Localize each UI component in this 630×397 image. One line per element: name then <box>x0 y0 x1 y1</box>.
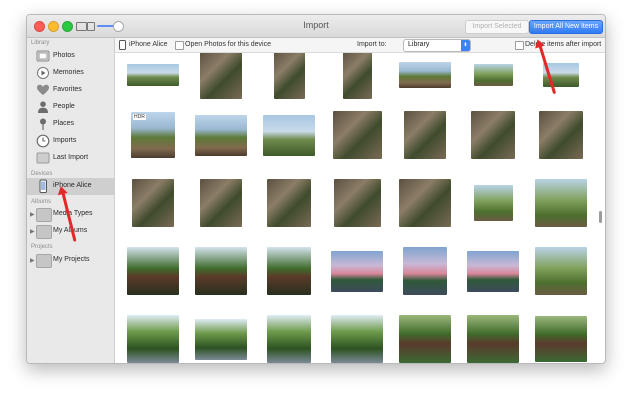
photo-thumbnail[interactable] <box>343 53 372 99</box>
memories-icon <box>37 67 49 79</box>
heart-icon <box>37 84 49 95</box>
sidebar-item-last-import[interactable]: Last Import <box>27 150 114 166</box>
import-to-label: Import to: <box>357 41 387 48</box>
sidebar-item-label: People <box>53 103 75 110</box>
photo-thumbnail[interactable] <box>474 185 513 221</box>
photo-thumbnail[interactable] <box>127 64 179 86</box>
photo-thumbnail[interactable] <box>267 179 311 227</box>
hdr-badge: HDR <box>133 114 146 120</box>
folder-icon <box>36 208 52 222</box>
photo-thumbnail[interactable] <box>467 251 519 292</box>
photo-thumbnail[interactable] <box>399 179 451 227</box>
device-name-label: iPhone Alice <box>129 41 168 48</box>
photo-thumbnail[interactable] <box>539 111 583 159</box>
sidebar-item-places[interactable]: Places <box>27 116 114 132</box>
import-all-new-items-button[interactable]: Import All New Items <box>529 20 603 34</box>
photo-thumbnail[interactable] <box>200 53 242 99</box>
person-icon <box>38 101 48 113</box>
sidebar-item-label: Media Types <box>53 210 93 217</box>
photo-thumbnail[interactable] <box>195 115 247 156</box>
open-photos-checkbox[interactable] <box>175 41 184 50</box>
photo-thumbnail[interactable] <box>263 115 315 156</box>
folder-icon <box>36 254 52 268</box>
photo-thumbnail[interactable] <box>267 247 311 295</box>
phone-icon <box>119 40 126 50</box>
photo-thumbnail[interactable] <box>334 179 381 227</box>
devices-section-header: Devices <box>31 171 53 177</box>
sidebar-item-imports[interactable]: Imports <box>27 133 114 149</box>
photo-thumbnail[interactable] <box>132 179 174 227</box>
sidebar-item-favorites[interactable]: Favorites <box>27 82 114 98</box>
photo-thumbnail[interactable] <box>331 315 383 363</box>
scrollbar-thumb[interactable] <box>599 211 602 223</box>
disclosure-triangle-icon[interactable]: ▶ <box>30 228 35 235</box>
photos-icon <box>36 50 50 62</box>
phone-icon <box>39 179 47 193</box>
sidebar-item-label: Places <box>53 120 75 127</box>
import-selected-button[interactable]: Import Selected <box>465 20 529 34</box>
photo-thumbnail[interactable] <box>127 247 179 295</box>
sidebar-item-iphone-alice[interactable]: iPhone Alice <box>27 178 114 195</box>
photo-thumbnail[interactable] <box>535 247 587 295</box>
titlebar: Import Import Selected Import All New It… <box>27 15 605 38</box>
photo-thumbnail[interactable]: HDR <box>131 112 175 158</box>
photo-thumbnail[interactable] <box>267 315 311 363</box>
photo-thumbnail[interactable] <box>474 64 513 86</box>
clock-icon <box>36 134 50 148</box>
import-to-value: Library <box>408 41 430 48</box>
sidebar-item-label: My Projects <box>53 256 90 263</box>
delete-after-import-checkbox[interactable] <box>515 41 524 50</box>
pin-icon <box>40 118 46 130</box>
photo-thumbnail[interactable] <box>331 251 383 292</box>
photo-thumbnail[interactable] <box>274 53 305 99</box>
import-to-select[interactable]: Library ⬍ <box>403 39 471 52</box>
disclosure-triangle-icon[interactable]: ▶ <box>30 257 35 264</box>
library-section-header: Library <box>31 40 50 46</box>
import-window: Import Import Selected Import All New It… <box>26 14 606 364</box>
sidebar-item-memories[interactable]: Memories <box>27 65 114 81</box>
sidebar-item-my-projects[interactable]: ▶ My Projects <box>27 252 114 268</box>
open-photos-label: Open Photos for this device <box>185 41 271 48</box>
albums-section-header: Albums <box>31 199 52 205</box>
photo-thumbnail[interactable] <box>127 315 179 363</box>
photo-thumbnail[interactable] <box>467 315 519 363</box>
chevron-updown-icon: ⬍ <box>461 40 470 51</box>
sidebar-item-label: Favorites <box>53 86 82 93</box>
photo-grid: HDR <box>115 53 597 363</box>
sidebar-item-photos[interactable]: Photos <box>27 48 114 64</box>
photo-thumbnail[interactable] <box>333 111 382 159</box>
photo-thumbnail[interactable] <box>200 179 242 227</box>
photo-thumbnail[interactable] <box>399 62 451 88</box>
photo-thumbnail[interactable] <box>535 179 587 227</box>
folder-icon <box>36 225 52 239</box>
sidebar: Library Photos Memories Favorites People… <box>27 38 115 363</box>
projects-section-header: Projects <box>31 244 53 250</box>
disclosure-triangle-icon[interactable]: ▶ <box>30 211 35 218</box>
photo-thumbnail[interactable] <box>404 111 446 159</box>
folder-icon <box>36 152 50 164</box>
photo-thumbnail[interactable] <box>535 316 587 362</box>
sidebar-item-label: Last Import <box>53 154 89 161</box>
sidebar-item-label: Memories <box>53 69 84 76</box>
sidebar-item-people[interactable]: People <box>27 99 114 115</box>
photo-thumbnail[interactable] <box>195 319 247 360</box>
photo-thumbnail[interactable] <box>471 111 515 159</box>
photo-thumbnail[interactable] <box>403 247 447 295</box>
sidebar-item-label: Imports <box>53 137 77 144</box>
sidebar-item-label: Photos <box>53 52 75 59</box>
photo-thumbnail[interactable] <box>399 315 451 363</box>
import-toolbar: iPhone Alice Open Photos for this device… <box>115 38 605 53</box>
photo-thumbnail[interactable] <box>195 247 247 295</box>
